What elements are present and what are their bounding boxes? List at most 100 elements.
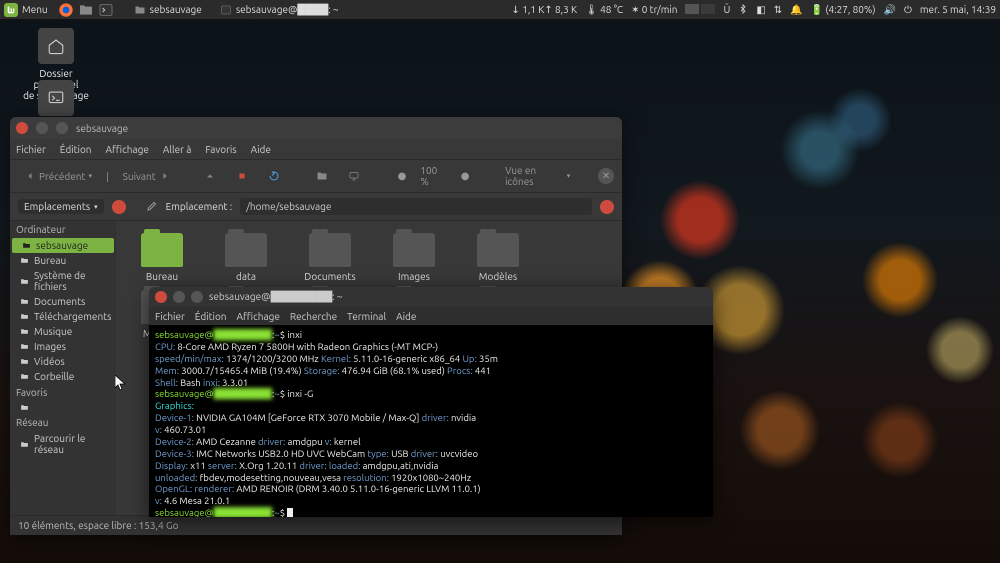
close-icon[interactable] <box>155 291 167 303</box>
sidebar-item[interactable]: Images <box>10 339 116 354</box>
arrow-left-icon <box>24 170 36 182</box>
location-bar: Emplacements ▾ Emplacement : <box>10 193 622 221</box>
folder-item[interactable]: Documents <box>292 233 368 282</box>
home-button[interactable] <box>310 167 334 185</box>
folder-icon <box>20 440 29 449</box>
reload-button[interactable] <box>262 167 286 185</box>
sidebar-item-label: Images <box>34 341 66 352</box>
fm-sidebar: Ordinateur sebsauvage Bureau Système de fic… <box>10 221 116 515</box>
folder-label: Documents <box>292 271 368 282</box>
folder-icon <box>309 233 351 267</box>
menu-affichage[interactable]: Affichage <box>237 311 280 322</box>
minimize-icon[interactable] <box>173 291 185 303</box>
view-mode-dropdown[interactable]: Vue en icônes ▾ <box>499 162 576 190</box>
sidebar-item-label: Système de fichiers <box>34 270 110 292</box>
menu-édition[interactable]: Édition <box>60 144 92 155</box>
close-location-button[interactable] <box>600 200 614 214</box>
folder-item[interactable]: Bureau <box>124 233 200 282</box>
menu-aide[interactable]: Aide <box>251 144 271 155</box>
sidebar-item[interactable]: Téléchargements <box>10 309 116 324</box>
menu-favoris[interactable]: Favoris <box>205 144 236 155</box>
menu-affichage[interactable]: Affichage <box>106 144 149 155</box>
terminal-launcher[interactable] <box>98 2 114 18</box>
folder-icon <box>20 327 29 336</box>
sidebar-item[interactable]: Documents <box>10 294 116 309</box>
taskbar-item-filemanager[interactable]: sebsauvage <box>128 4 208 16</box>
location-input[interactable] <box>240 198 592 215</box>
sidebar-item[interactable]: Musique <box>10 324 116 339</box>
sidebar-item[interactable]: Bureau <box>10 253 116 268</box>
sidebar-item[interactable]: sebsauvage <box>12 238 114 253</box>
folder-icon <box>141 233 183 267</box>
maximize-icon[interactable] <box>191 291 203 303</box>
sidebar-item-label: Téléchargements <box>34 311 111 322</box>
zoom-in-button[interactable]: ● <box>455 167 476 185</box>
bluetooth-icon[interactable] <box>738 3 748 17</box>
power-icon[interactable]: ⏻ <box>904 4 912 16</box>
zoom-level: 100 % <box>420 165 446 187</box>
forward-button[interactable]: Suivant <box>117 167 177 185</box>
folder-item[interactable]: Modèles <box>460 233 536 282</box>
back-button[interactable]: Précédent▾ <box>18 167 98 185</box>
clock[interactable]: mer. 5 mai, 14:39 <box>920 4 996 15</box>
maximize-icon[interactable] <box>56 122 68 134</box>
workspace-switcher[interactable] <box>685 4 715 16</box>
menu-aller à[interactable]: Aller à <box>163 144 191 155</box>
usb-icon[interactable]: Ü <box>723 4 730 15</box>
folder-icon <box>20 312 29 321</box>
temperature-indicator[interactable]: 🌡 48 °C <box>585 4 623 16</box>
menu-terminal[interactable]: Terminal <box>347 311 386 322</box>
folder-item[interactable]: data <box>208 233 284 282</box>
menu-recherche[interactable]: Recherche <box>290 311 337 322</box>
files-launcher[interactable] <box>78 2 94 18</box>
folder-label: Modèles <box>460 271 536 282</box>
firefox-launcher[interactable] <box>58 2 74 18</box>
task-label: sebsauvage@████: ~ <box>236 4 339 16</box>
nvidia-icon[interactable]: ◧ <box>756 4 765 16</box>
sidebar-item[interactable]: Corbeille <box>10 369 116 384</box>
stop-icon <box>236 170 248 182</box>
minimize-icon[interactable] <box>36 122 48 134</box>
sidebar-item[interactable] <box>10 401 116 414</box>
reload-icon <box>268 170 280 182</box>
sidebar-item-label: sebsauvage <box>36 240 88 251</box>
places-dropdown[interactable]: Emplacements ▾ <box>18 199 104 214</box>
up-button[interactable] <box>198 167 222 185</box>
terminal-output[interactable]: sebsauvage@████████:~$ inxiCPU: 8-Core A… <box>149 325 713 517</box>
search-button[interactable]: ✕ <box>598 168 614 184</box>
menu-édition[interactable]: Édition <box>195 311 227 322</box>
edit-location-button[interactable] <box>146 200 158 214</box>
menu-label: Menu <box>22 4 48 15</box>
taskbar-item-terminal[interactable]: sebsauvage@████: ~ <box>214 4 345 16</box>
netspeed-indicator[interactable]: ↓ 1,1 K↑ 8,3 K <box>512 4 578 16</box>
fm-statusbar: 10 éléments, espace libre : 153,4 Go <box>10 515 622 535</box>
folder-icon <box>20 342 29 351</box>
folder-icon <box>134 4 146 16</box>
menu-aide[interactable]: Aide <box>396 311 416 322</box>
close-icon[interactable] <box>16 122 28 134</box>
computer-button[interactable] <box>342 167 366 185</box>
sidebar-item[interactable]: Parcourir le réseau <box>10 431 116 457</box>
fan-indicator[interactable]: ✶ 0 tr/min <box>631 4 677 16</box>
fm-titlebar[interactable]: sebsauvage <box>10 117 622 139</box>
sidebar-item-label: Bureau <box>34 255 66 266</box>
folder-icon <box>20 256 29 265</box>
sidebar-item[interactable]: Vidéos <box>10 354 116 369</box>
zoom-out-button[interactable]: ● <box>392 167 413 185</box>
volume-icon[interactable]: 🔊 <box>883 4 895 16</box>
folder-label: Images <box>376 271 452 282</box>
applications-menu[interactable]: Menu <box>4 3 48 17</box>
close-sidebar-button[interactable] <box>112 200 126 214</box>
menu-fichier[interactable]: Fichier <box>155 311 185 322</box>
sidebar-heading: Ordinateur <box>10 221 116 238</box>
notifications-icon[interactable]: 🔔 <box>790 4 802 16</box>
sidebar-item[interactable]: Système de fichiers <box>10 268 116 294</box>
folder-item[interactable]: Images <box>376 233 452 282</box>
folder-icon <box>20 277 29 286</box>
battery-indicator[interactable]: 🔋 (4:27, 80%) <box>811 4 876 16</box>
menu-fichier[interactable]: Fichier <box>16 144 46 155</box>
network-icon[interactable]: ⇅ <box>774 4 782 16</box>
stop-button[interactable] <box>230 167 254 185</box>
term-titlebar[interactable]: sebsauvage@████████: ~ <box>149 287 713 307</box>
window-title: sebsauvage@████████: ~ <box>209 291 343 303</box>
